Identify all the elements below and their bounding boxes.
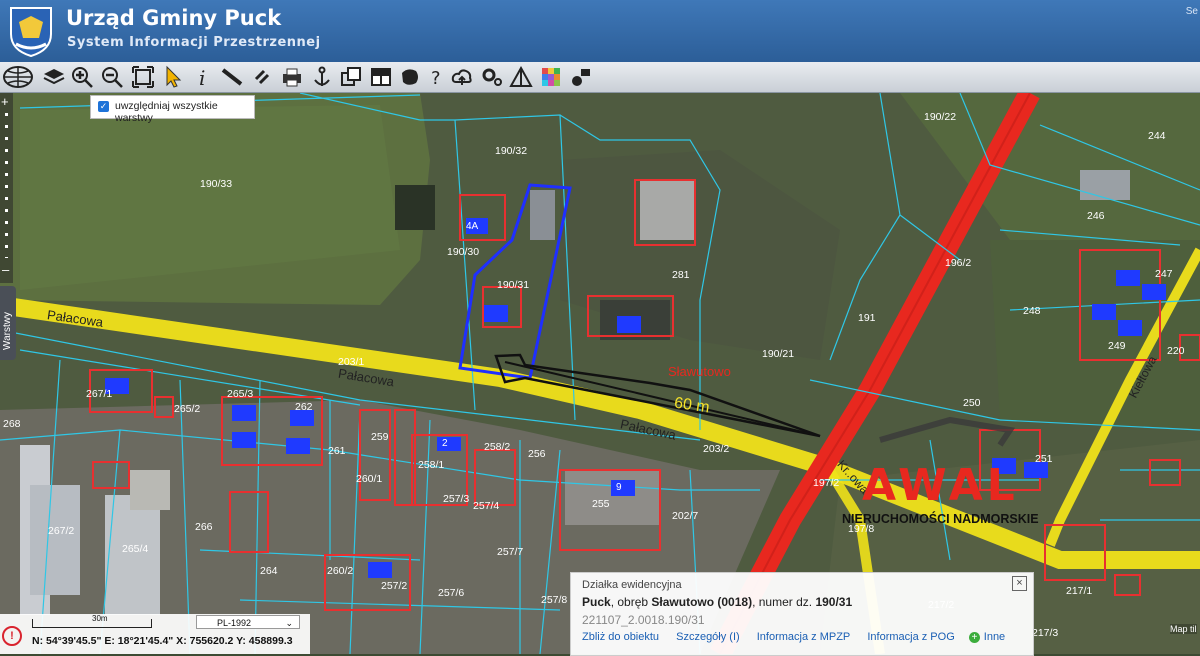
print-icon[interactable] [280, 65, 304, 89]
checkbox-checked-icon[interactable]: ✓ [98, 101, 109, 112]
table-icon[interactable] [369, 65, 393, 89]
zoom-plus-icon[interactable]: + [1, 95, 9, 108]
popup-title: Działka ewidencyjna [582, 579, 682, 591]
parcel-number: 190/31 [815, 595, 853, 609]
parcel-info-popup: × Działka ewidencyjna Puck, obręb Sławut… [570, 572, 1034, 656]
map-shape-icon[interactable] [398, 65, 422, 89]
link-icon[interactable] [250, 65, 274, 89]
palette-grid-icon[interactable] [539, 65, 563, 89]
parcel-precinct: Sławutowo (0018) [651, 595, 753, 609]
zoom-out-icon[interactable] [100, 65, 124, 89]
scale-label: 30m [92, 614, 108, 623]
zoom-slider[interactable]: + – [0, 93, 13, 283]
triangle-tool-icon[interactable] [509, 65, 533, 89]
pog-info-link[interactable]: Informacja z POG [867, 631, 954, 643]
info-icon[interactable]: i [191, 65, 215, 89]
cloud-upload-icon[interactable] [450, 65, 474, 89]
zoom-to-object-link[interactable]: Zbliż do obiektu [582, 631, 659, 643]
crs-select[interactable]: PL-1992 ⌄ [196, 615, 300, 629]
parcel-code: 221107_2.0018.190/31 [582, 613, 705, 627]
copy-icon[interactable] [339, 65, 363, 89]
zoom-extent-icon[interactable] [131, 65, 155, 89]
app-header: Urząd Gminy Puck System Informacji Przes… [0, 0, 1200, 62]
number-prefix: , numer dz. [752, 595, 816, 609]
layers-panel-tab[interactable]: Warstwy [0, 286, 16, 360]
zoom-minus-icon[interactable]: – [2, 263, 9, 276]
app-subtitle: System Informacji Przestrzennej [67, 35, 321, 50]
globe-icon[interactable] [2, 65, 34, 89]
map-canvas[interactable] [0, 93, 1200, 654]
crs-value: PL-1992 [217, 618, 252, 628]
mpzp-info-link[interactable]: Informacja z MPZP [757, 631, 851, 643]
precinct-prefix: , obręb [610, 595, 652, 609]
close-icon[interactable]: × [1012, 576, 1027, 591]
identify-icon[interactable] [569, 65, 593, 89]
layers-tab-label: Warstwy [2, 312, 13, 350]
anchor-icon[interactable] [310, 65, 334, 89]
settings-icon[interactable] [480, 65, 504, 89]
layers-icon[interactable] [42, 65, 66, 89]
add-icon[interactable]: + [968, 632, 980, 643]
zoom-in-icon[interactable] [70, 65, 94, 89]
details-link[interactable]: Szczegóły (I) [676, 631, 740, 643]
header-corner-text: Se [1185, 6, 1198, 17]
popup-actions: Zbliż do obiektu Szczegóły (I) Informacj… [582, 631, 1019, 643]
chevron-down-icon: ⌄ [285, 618, 293, 628]
app-title: Urząd Gminy Puck [66, 6, 282, 30]
select-arrow-icon[interactable] [161, 65, 185, 89]
all-layers-checkbox[interactable]: ✓ uwzględniaj wszystkie warstwy [90, 95, 255, 124]
parcel-description: Puck, obręb Sławutowo (0018), numer dz. … [582, 595, 852, 609]
map-attribution: Map til [1170, 624, 1197, 634]
all-layers-label: uwzględniaj wszystkie warstwy [115, 100, 218, 124]
zoom-track[interactable] [5, 113, 8, 258]
map-toolbar: i ? [0, 62, 1200, 93]
status-bar: ! 30m PL-1992 ⌄ N: 54°39'45.5" E: 18°21'4… [0, 614, 310, 654]
measure-ruler-icon[interactable] [220, 65, 244, 89]
svg-text:?: ? [431, 68, 441, 89]
coat-of-arms-logo [10, 7, 52, 58]
svg-text:i: i [199, 66, 205, 89]
other-link[interactable]: Inne [984, 631, 1005, 643]
help-icon[interactable]: ? [425, 65, 449, 89]
info-alert-icon[interactable]: ! [2, 626, 22, 646]
parcel-place: Puck [582, 595, 611, 609]
cursor-coordinates: N: 54°39'45.5" E: 18°21'45.4" X: 755620.… [32, 635, 293, 647]
